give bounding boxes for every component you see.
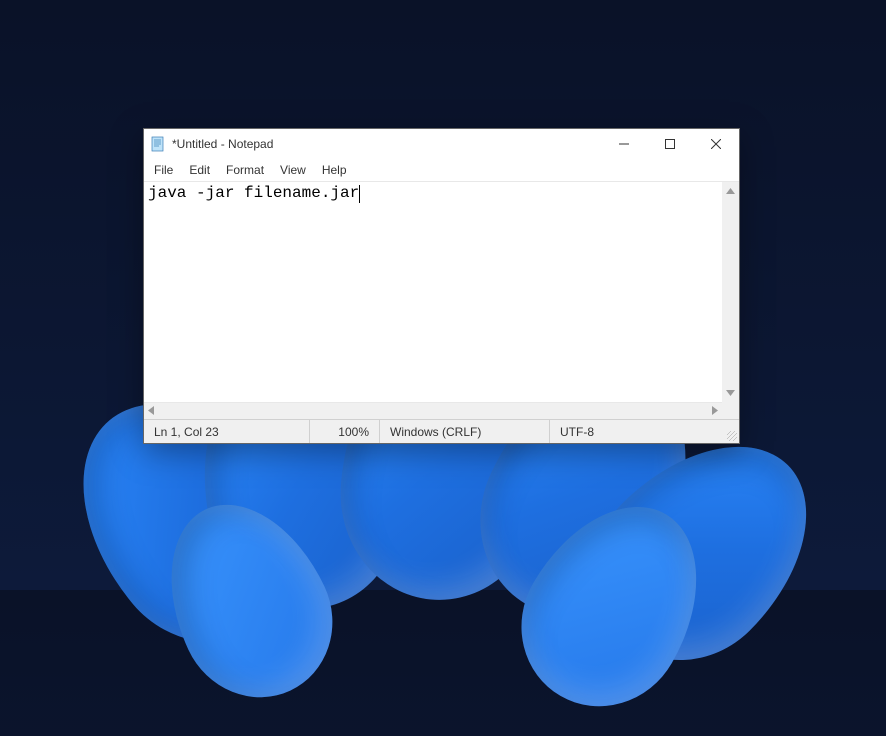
statusbar: Ln 1, Col 23 100% Windows (CRLF) UTF-8: [144, 419, 739, 443]
vertical-scrollbar[interactable]: [722, 182, 739, 402]
notepad-window: *Untitled - Notepad File Edit Format Vie…: [143, 128, 740, 444]
maximize-button[interactable]: [647, 129, 693, 159]
menu-view[interactable]: View: [272, 161, 314, 179]
menubar: File Edit Format View Help: [144, 159, 739, 181]
status-line-ending: Windows (CRLF): [379, 420, 549, 443]
text-caret: [359, 185, 360, 203]
horizontal-scrollbar[interactable]: [144, 402, 722, 419]
scroll-left-icon: [148, 406, 154, 417]
menu-edit[interactable]: Edit: [181, 161, 218, 179]
scrollbar-corner: [722, 402, 739, 419]
resize-grip[interactable]: [722, 420, 739, 443]
close-button[interactable]: [693, 129, 739, 159]
menu-help[interactable]: Help: [314, 161, 355, 179]
editor-area: java -jar filename.jar: [144, 181, 739, 402]
window-title: *Untitled - Notepad: [172, 137, 601, 151]
horizontal-scroll-row: [144, 402, 739, 419]
window-controls: [601, 129, 739, 159]
status-encoding: UTF-8: [549, 420, 722, 443]
titlebar[interactable]: *Untitled - Notepad: [144, 129, 739, 159]
editor-text: java -jar filename.jar: [148, 184, 359, 202]
minimize-button[interactable]: [601, 129, 647, 159]
text-editor[interactable]: java -jar filename.jar: [144, 182, 722, 402]
scroll-down-icon: [726, 388, 735, 398]
notepad-app-icon: [150, 136, 166, 152]
status-zoom: 100%: [309, 420, 379, 443]
scroll-right-icon: [712, 406, 718, 417]
scroll-up-icon: [726, 186, 735, 196]
menu-file[interactable]: File: [146, 161, 181, 179]
status-cursor-position: Ln 1, Col 23: [144, 420, 309, 443]
menu-format[interactable]: Format: [218, 161, 272, 179]
